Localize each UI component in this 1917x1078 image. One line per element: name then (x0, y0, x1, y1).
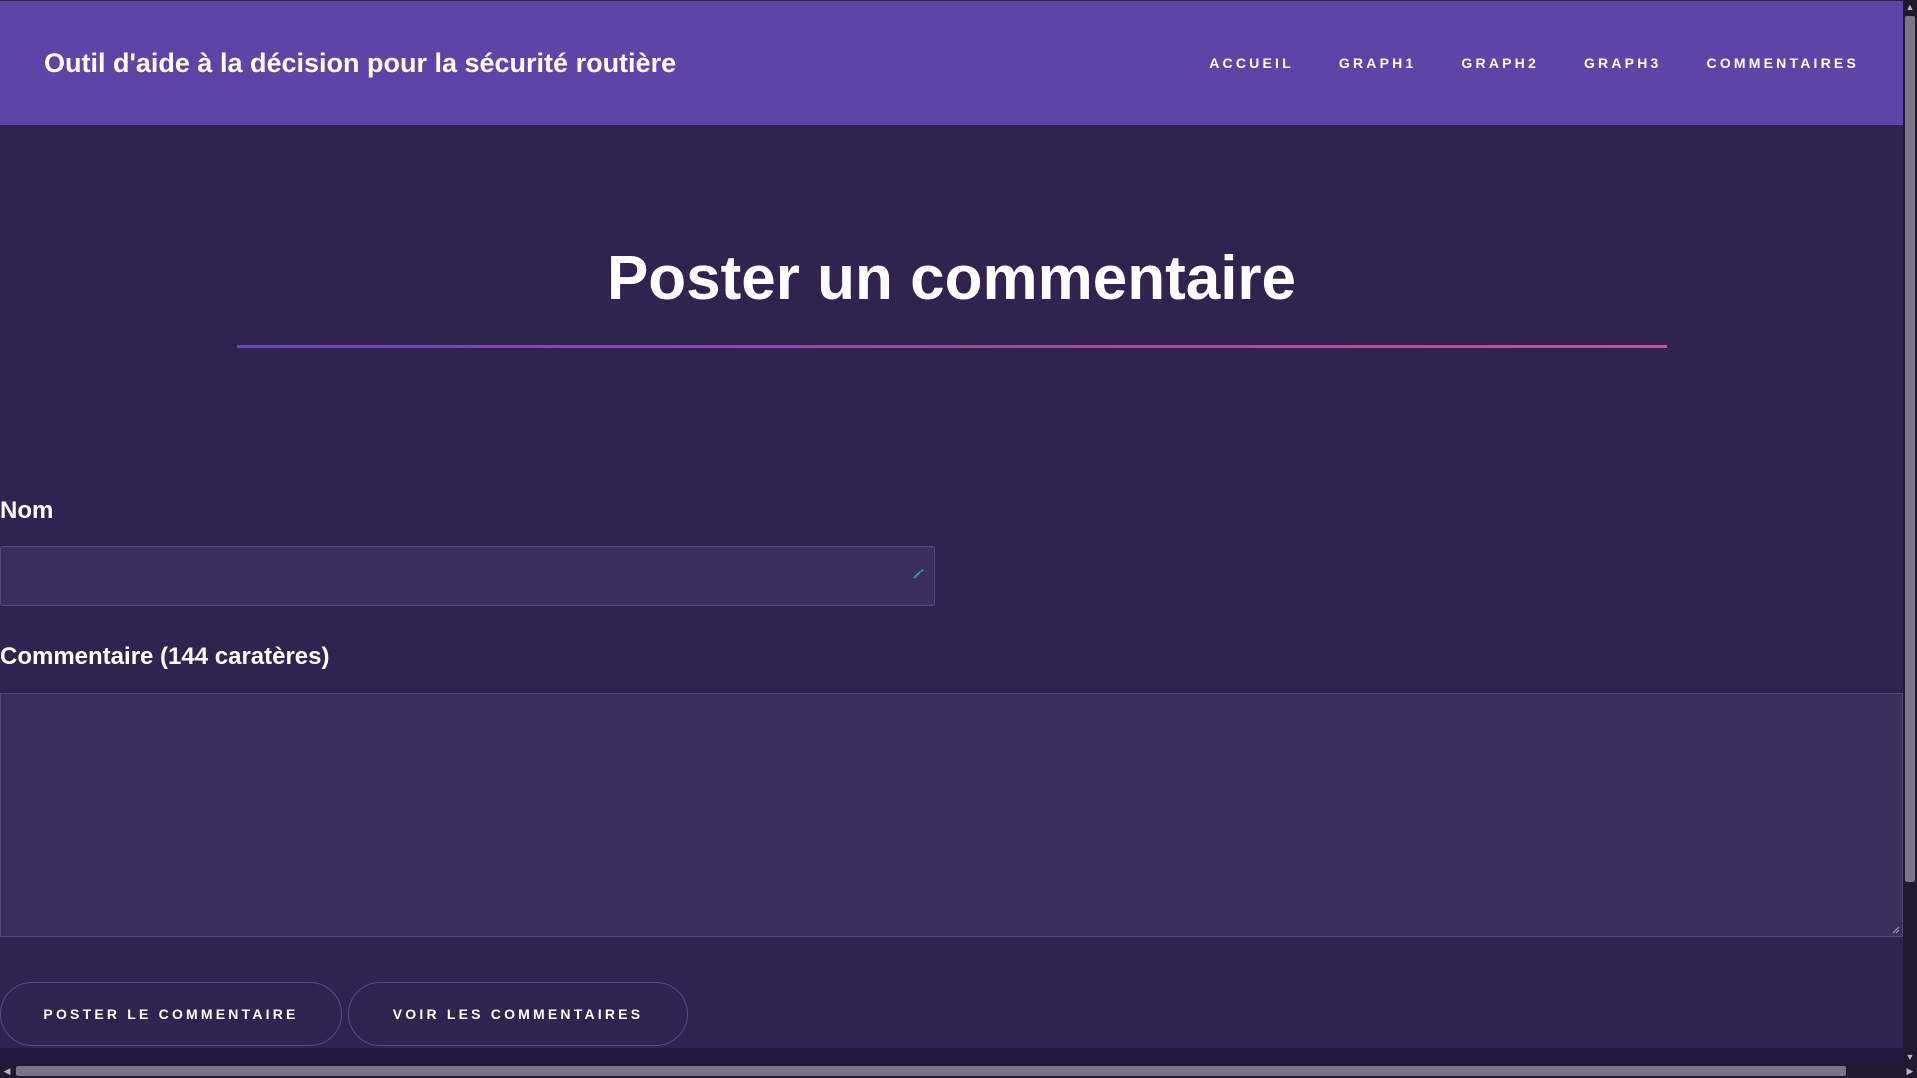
autofill-key-icon[interactable] (912, 566, 928, 582)
post-comment-button[interactable]: POSTER LE COMMENTAIRE (0, 982, 342, 1046)
nav-item-graph2[interactable]: GRAPH2 (1461, 55, 1539, 71)
horizontal-scrollbar[interactable]: ◀ ▶ (0, 1064, 1917, 1078)
resize-grip-icon[interactable] (1890, 924, 1900, 934)
page: Outil d'aide à la décision pour la sécur… (0, 0, 1917, 1078)
page-title: Poster un commentaire (606, 244, 1297, 313)
view-comments-button[interactable]: VOIR LES COMMENTAIRES (348, 982, 688, 1046)
nav-item-graph1[interactable]: GRAPH1 (1339, 55, 1417, 71)
scroll-right-icon[interactable]: ▶ (1903, 1064, 1917, 1078)
scroll-left-icon[interactable]: ◀ (0, 1064, 14, 1078)
vertical-scroll-thumb[interactable] (1905, 16, 1915, 882)
vertical-scrollbar[interactable]: ▲ ▼ (1903, 0, 1917, 1064)
nav-menu: ACCUEIL GRAPH1 GRAPH2 GRAPH3 COMMENTAIRE… (1164, 55, 1859, 71)
top-navbar: Outil d'aide à la décision pour la sécur… (0, 0, 1903, 125)
title-underline (237, 345, 1667, 348)
site-title[interactable]: Outil d'aide à la décision pour la sécur… (44, 48, 676, 79)
scroll-down-icon[interactable]: ▼ (1903, 1050, 1917, 1064)
footer-strip (0, 1048, 1903, 1064)
name-input[interactable] (0, 546, 935, 606)
comment-textarea[interactable] (0, 693, 1903, 937)
comment-label: Commentaire (144 caratères) (0, 643, 330, 670)
scroll-up-icon[interactable]: ▲ (1903, 0, 1917, 14)
nav-item-graph3[interactable]: GRAPH3 (1584, 55, 1662, 71)
nav-item-commentaires[interactable]: COMMENTAIRES (1707, 55, 1859, 71)
horizontal-scroll-thumb[interactable] (16, 1066, 1846, 1076)
nav-item-accueil[interactable]: ACCUEIL (1209, 55, 1294, 71)
name-label: Nom (0, 497, 54, 524)
